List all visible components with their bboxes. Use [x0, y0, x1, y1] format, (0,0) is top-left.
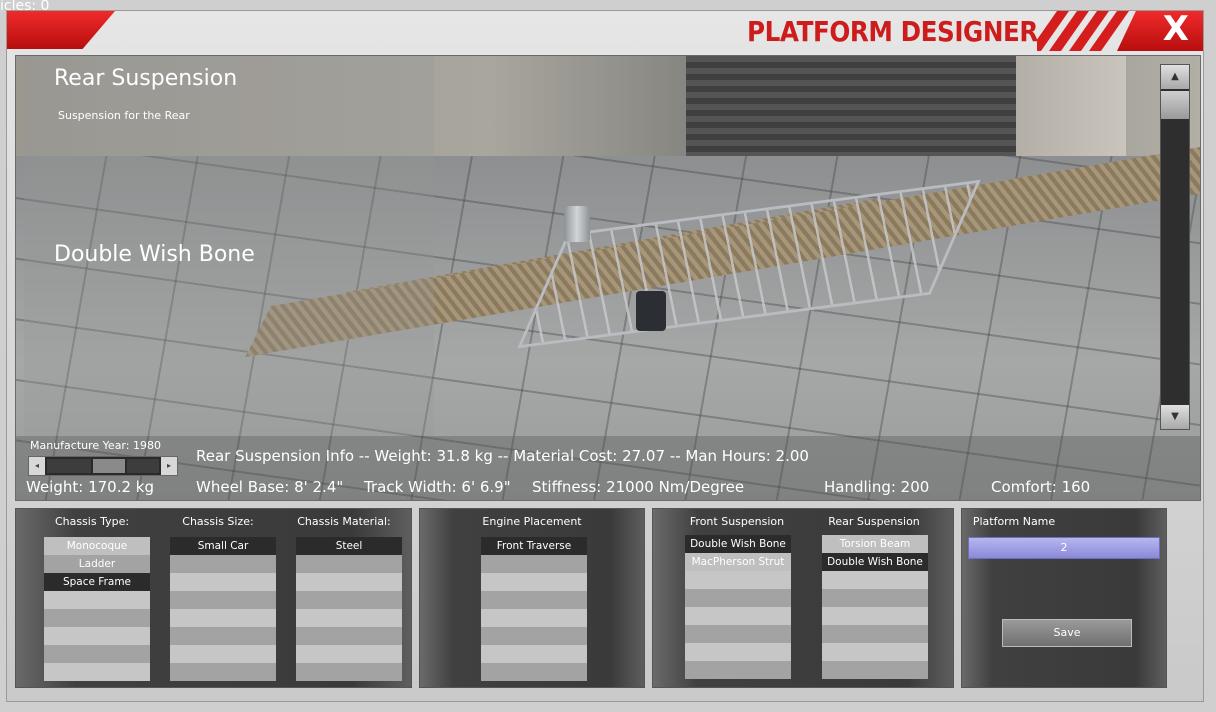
- stat-stiffness: Stiffness: 21000 Nm/Degree: [532, 478, 745, 496]
- slider-left-arrow-icon[interactable]: ◂: [29, 457, 45, 475]
- list-item[interactable]: MacPherson Strut: [685, 553, 791, 571]
- platform-designer-window: PLATFORM DESIGNER X Rear Suspension Susp…: [6, 10, 1204, 702]
- scroll-up-button[interactable]: ▲: [1161, 65, 1189, 89]
- stat-handling: Handling: 200: [824, 478, 930, 496]
- list-item-selected[interactable]: Double Wish Bone: [685, 535, 791, 553]
- engine-block: [636, 291, 666, 331]
- engine-panel: Engine Placement Front Traverse: [419, 508, 645, 688]
- stat-wheel-base: Wheel Base: 8' 2.4": [196, 478, 344, 496]
- list-item[interactable]: Ladder: [44, 555, 150, 573]
- save-button[interactable]: Save: [1002, 619, 1132, 647]
- debug-line-2: icles: 0: [0, 0, 50, 14]
- rear-suspension-header: Rear Suspension: [828, 515, 920, 528]
- stat-weight: Weight: 170.2 kg: [26, 478, 154, 496]
- stat-track-width: Track Width: 6' 6.9": [364, 478, 511, 496]
- engine-placement-list[interactable]: Front Traverse: [481, 537, 587, 681]
- rear-suspension-list[interactable]: Torsion Beam Double Wish Bone: [822, 535, 928, 679]
- selected-part-name: Double Wish Bone: [54, 242, 255, 267]
- platform-name-input[interactable]: 2: [968, 537, 1160, 559]
- chassis-type-header: Chassis Type:: [54, 515, 130, 528]
- list-item[interactable]: Monocoque: [44, 537, 150, 555]
- chassis-material-header: Chassis Material:: [297, 515, 391, 528]
- title-left-tab: [7, 11, 115, 49]
- chassis-size-list[interactable]: Small Car: [170, 537, 276, 681]
- configuration-panels: Chassis Type: Chassis Size: Chassis Mate…: [15, 508, 1199, 690]
- chassis-type-list[interactable]: Monocoque Ladder Space Frame: [44, 537, 150, 681]
- stat-comfort: Comfort: 160: [991, 478, 1091, 496]
- debug-overlay: icles: 0: [0, 0, 49, 13]
- engine-placement-header: Engine Placement: [482, 515, 582, 528]
- list-item-selected[interactable]: Double Wish Bone: [822, 553, 928, 571]
- scrollbar-thumb[interactable]: [1161, 91, 1189, 119]
- viewport-scrollbar[interactable]: ▲ ▼: [1160, 64, 1190, 430]
- part-category-title: Rear Suspension: [54, 66, 238, 91]
- window-title: PLATFORM DESIGNER: [747, 15, 1038, 48]
- list-item-selected[interactable]: Steel: [296, 537, 402, 555]
- manufacture-year-slider[interactable]: ◂ ▸: [28, 456, 178, 476]
- list-item[interactable]: Torsion Beam: [822, 535, 928, 553]
- suspension-panel: Front Suspension Rear Suspension Double …: [652, 508, 954, 688]
- suspension-tank: [564, 206, 590, 242]
- part-description: Suspension for the Rear: [58, 109, 190, 122]
- chassis-panel: Chassis Type: Chassis Size: Chassis Mate…: [15, 508, 412, 688]
- title-bar: PLATFORM DESIGNER X: [7, 11, 1203, 51]
- chassis-material-list[interactable]: Steel: [296, 537, 402, 681]
- scroll-down-button[interactable]: ▼: [1161, 405, 1189, 429]
- 3d-viewport[interactable]: Rear Suspension Suspension for the Rear …: [15, 55, 1201, 501]
- close-icon[interactable]: X: [1163, 11, 1189, 49]
- slider-right-arrow-icon[interactable]: ▸: [161, 457, 177, 475]
- chassis-size-header: Chassis Size:: [182, 515, 254, 528]
- platform-name-header: Platform Name: [972, 515, 1056, 528]
- front-suspension-header: Front Suspension: [689, 515, 785, 528]
- list-item-selected[interactable]: Space Frame: [44, 573, 150, 591]
- list-item-selected[interactable]: Front Traverse: [481, 537, 587, 555]
- front-suspension-list[interactable]: Double Wish Bone MacPherson Strut: [685, 535, 791, 679]
- platform-panel: Platform Name 2 Save: [961, 508, 1167, 688]
- slider-thumb[interactable]: [93, 459, 125, 473]
- manufacture-year-label: Manufacture Year: 1980: [30, 439, 161, 452]
- list-item-selected[interactable]: Small Car: [170, 537, 276, 555]
- part-info-line: Rear Suspension Info -- Weight: 31.8 kg …: [196, 447, 809, 465]
